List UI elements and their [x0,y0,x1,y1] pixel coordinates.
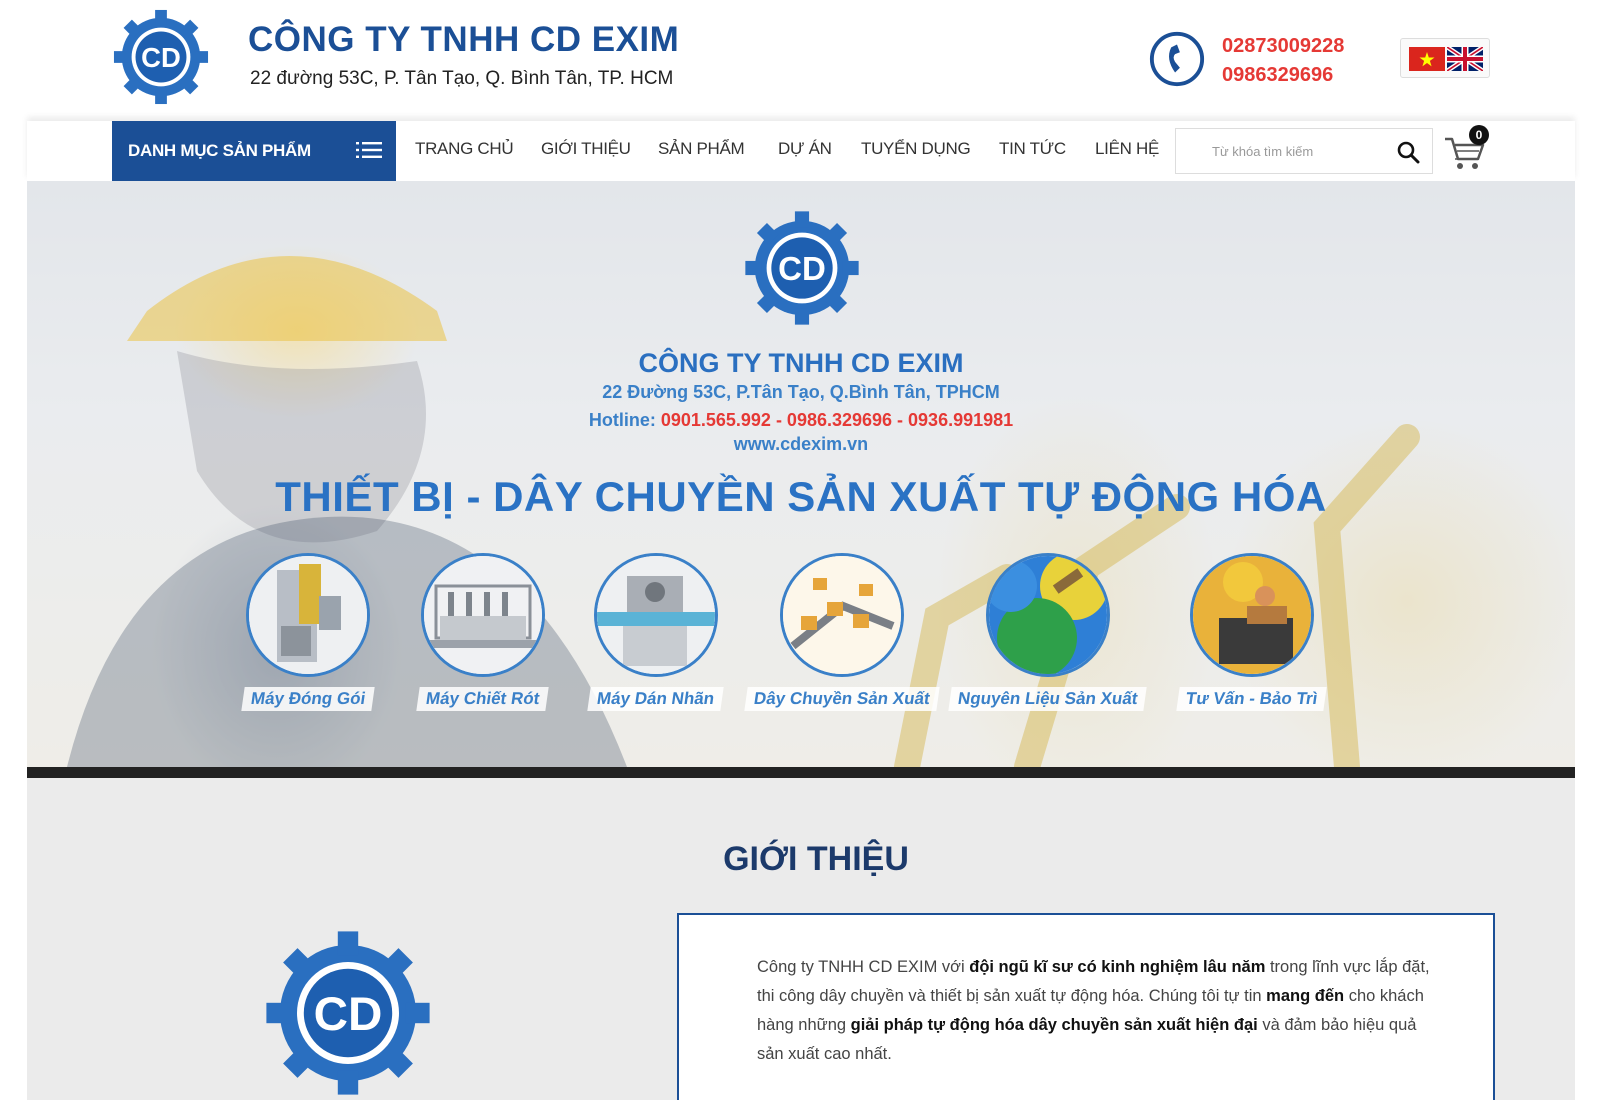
production-line-icon[interactable] [780,553,904,677]
site-header: CD CÔNG TY TNHH CD EXIM 22 đường 53C, P.… [0,0,1602,120]
hero-hotline: Hotline: 0901.565.992 - 0986.329696 - 09… [27,410,1575,431]
vietnam-flag-icon[interactable] [1409,47,1445,71]
intro-title: GIỚI THIỆU [723,840,909,878]
category-item[interactable]: Dây Chuyền Sản Xuất [742,553,942,711]
hero-website: www.cdexim.vn [733,434,869,454]
svg-text:CD: CD [314,988,383,1041]
intro-text-box: Công ty TNHH CD EXIM với đội ngũ kĩ sư c… [677,913,1495,1100]
packing-machine-icon[interactable] [246,553,370,677]
uk-flag-icon[interactable] [1447,47,1483,71]
hotline-label: Hotline: [588,410,661,430]
cart-count-badge: 0 [1469,125,1489,145]
phone-icon [1149,31,1205,87]
category-item[interactable]: Máy Dán Nhãn [556,553,756,711]
category-label: Dây Chuyền Sản Xuất [744,687,940,711]
product-category-button[interactable]: DANH MỤC SẢN PHẨM [112,121,396,181]
hero-address: 22 Đường 53C, P.Tân Tạo, Q.Bình Tân, TPH… [602,382,1000,402]
category-label: Máy Đóng Gói [241,687,375,711]
search-box [1175,128,1433,174]
company-name: CÔNG TY TNHH CD EXIM [248,20,680,59]
language-switcher [1400,38,1490,78]
intro-section: GIỚI THIỆU CD Công ty TNHH CD EXIM với đ… [27,778,1575,1100]
category-label: Tư Vấn - Bảo Trì [1176,687,1328,711]
category-item[interactable]: Máy Đóng Gói [208,553,408,711]
svg-text:CD: CD [778,250,826,287]
list-menu-icon [356,142,382,158]
labeling-machine-icon[interactable] [594,553,718,677]
filling-machine-icon[interactable] [421,553,545,677]
search-icon[interactable] [1396,140,1420,164]
category-label: Máy Dán Nhãn [587,687,725,711]
category-shortcuts: Máy Đóng Gói Máy Chiết Rót Máy Dán Nhãn [27,553,1575,723]
phone-number[interactable]: 02873009228 [1222,32,1344,61]
nav-link-news[interactable]: TIN TỨC [999,139,1066,159]
page: CD CÔNG TY TNHH CD EXIM 22 đường 53C, P.… [0,0,1602,1100]
plastic-pellets-icon[interactable] [986,553,1110,677]
hero-banner: CD CÔNG TY TNHH CD EXIM 22 Đường 53C, P.… [27,181,1575,767]
hotline-numbers: 0901.565.992 - 0986.329696 - 0936.991981 [660,410,1014,430]
intro-paragraph: Công ty TNHH CD EXIM với đội ngũ kĩ sư c… [757,958,1430,1063]
intro-logo: CD [266,931,430,1095]
nav-link-contact[interactable]: LIÊN HỆ [1095,139,1159,159]
svg-text:CD: CD [141,42,181,73]
main-nav: DANH MỤC SẢN PHẨM TRANG CHỦ GIỚI THIỆU S… [27,121,1575,181]
category-item[interactable]: Tư Vấn - Bảo Trì [1152,553,1352,711]
nav-link-projects[interactable]: DỰ ÁN [778,139,832,159]
company-address: 22 đường 53C, P. Tân Tạo, Q. Bình Tân, T… [250,68,674,89]
phone-number[interactable]: 0986329696 [1222,61,1344,90]
hero-divider [27,767,1575,778]
phone-numbers: 02873009228 0986329696 [1222,32,1344,90]
maintenance-icon[interactable] [1190,553,1314,677]
category-label: Nguyên Liệu Sản Xuất [948,687,1148,711]
hero-content: CD CÔNG TY TNHH CD EXIM 22 Đường 53C, P.… [27,181,1575,767]
company-logo[interactable]: CD [112,8,210,106]
category-label: Máy Chiết Rót [416,687,550,711]
hero-company-name: CÔNG TY TNHH CD EXIM [638,348,964,378]
nav-link-home[interactable]: TRANG CHỦ [415,139,514,159]
nav-link-careers[interactable]: TUYỂN DỤNG [861,139,971,159]
category-item[interactable]: Máy Chiết Rót [383,553,583,711]
nav-link-products[interactable]: SẢN PHẨM [658,139,745,159]
category-item[interactable]: Nguyên Liệu Sản Xuất [948,553,1148,711]
hero-slogan: THIẾT BỊ - DÂY CHUYỀN SẢN XUẤT TỰ ĐỘNG H… [275,473,1327,520]
category-button-label: DANH MỤC SẢN PHẨM [128,141,311,160]
search-input[interactable] [1176,129,1386,173]
nav-link-about[interactable]: GIỚI THIỆU [541,139,631,159]
hero-logo: CD [745,211,859,325]
